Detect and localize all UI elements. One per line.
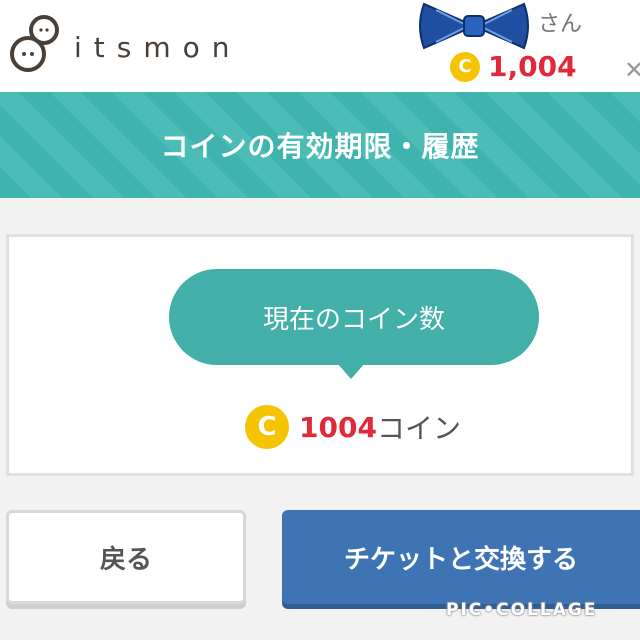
current-coins-label: 現在のコイン数 (262, 304, 445, 335)
page-title: コインの有効期限・履歴 (160, 130, 480, 163)
back-button[interactable]: 戻る (6, 510, 246, 604)
user-info[interactable]: さん C 1,004 ✕ (410, 0, 640, 92)
pitsmon-logo-icon (10, 15, 59, 72)
bow-sticker-icon (419, 2, 529, 50)
username-suffix: さん (538, 12, 583, 37)
close-icon[interactable]: ✕ (624, 56, 640, 84)
current-coins-bubble: 現在のコイン数 (169, 269, 539, 365)
coin-balance-row: C 1004 コイン (245, 405, 461, 449)
header-coin-balance: C 1,004 (450, 50, 577, 83)
coin-icon: C (245, 405, 289, 449)
logo-text: itsmon (74, 30, 242, 64)
watermark: PIC•COLLAGE (446, 600, 598, 620)
header-coin-count: 1,004 (488, 50, 577, 83)
exchange-ticket-button[interactable]: チケットと交換する (282, 510, 640, 604)
coin-balance-value: 1004 (299, 410, 377, 444)
page-title-banner: コインの有効期限・履歴 (0, 92, 640, 198)
coin-icon: C (450, 51, 480, 82)
app-header: itsmon さん C 1,004 ✕ (0, 0, 640, 92)
coin-balance-card: 現在のコイン数 C 1004 コイン (6, 234, 634, 476)
logo[interactable]: itsmon (8, 14, 242, 74)
bubble-tail (337, 363, 365, 379)
coin-balance-unit: コイン (376, 412, 461, 445)
